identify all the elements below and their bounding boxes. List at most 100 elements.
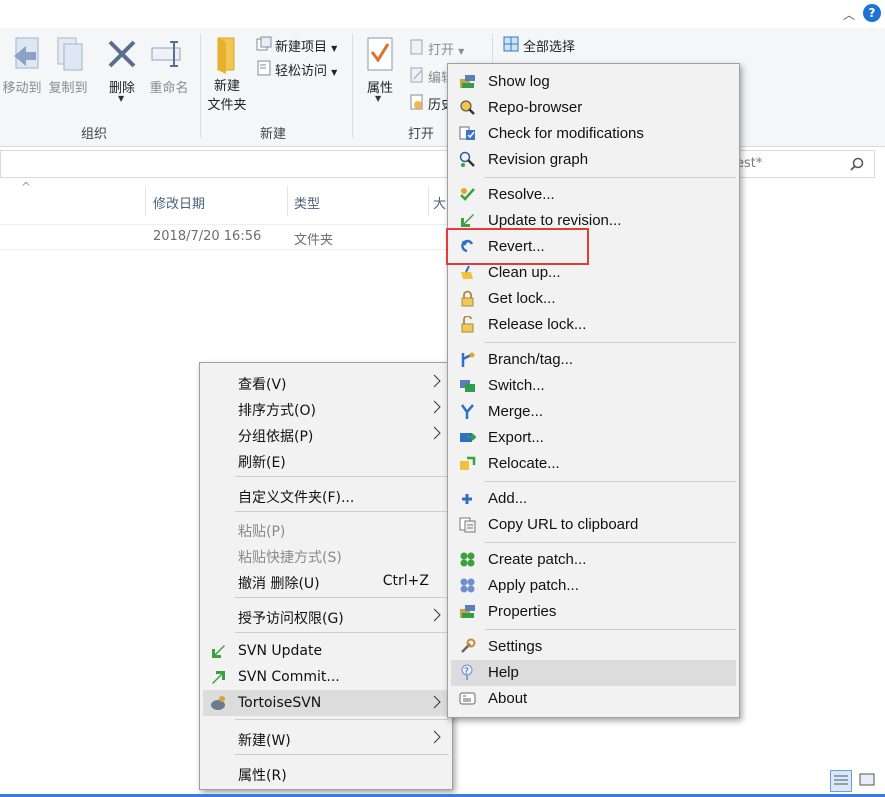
- open-icon: [410, 39, 423, 55]
- submenu-arrow-icon: [433, 730, 441, 744]
- column-header-size[interactable]: 大: [433, 193, 446, 219]
- copy-to-button[interactable]: 复制到: [46, 77, 90, 96]
- menu-item-label: Resolve...: [488, 186, 555, 203]
- details-view-button[interactable]: [830, 770, 852, 792]
- help-icon[interactable]: ?: [863, 4, 881, 22]
- menu-item-undo-delete[interactable]: 撤消 删除(U) Ctrl+Z: [203, 568, 449, 594]
- check-modifications-icon: [459, 126, 475, 140]
- move-to-button[interactable]: 移动到: [0, 77, 44, 96]
- menu-item-label: About: [488, 690, 528, 707]
- svn-menu-add[interactable]: Add...: [451, 486, 736, 512]
- submenu-arrow-icon: [433, 400, 441, 414]
- properties-dropdown-caret-icon[interactable]: ▼: [375, 94, 381, 103]
- menu-item-group-by[interactable]: 分组依据(P): [203, 421, 449, 447]
- svn-menu-apply-patch[interactable]: Apply patch...: [451, 573, 736, 599]
- settings-icon: [461, 638, 476, 653]
- properties-icon: [367, 37, 393, 71]
- search-icon[interactable]: [850, 157, 864, 171]
- highlight-box: [446, 228, 589, 265]
- svn-menu-create-patch[interactable]: Create patch...: [451, 547, 736, 573]
- menu-item-label: 自定义文件夹(F)...: [238, 490, 355, 506]
- open-label: 打开: [428, 43, 455, 58]
- history-icon: [410, 94, 423, 110]
- menu-item-label: Check for modifications: [488, 125, 644, 142]
- edit-icon: [410, 67, 423, 83]
- menu-item-label: Switch...: [488, 377, 545, 394]
- svn-menu-revision-graph[interactable]: Revision graph: [451, 147, 736, 173]
- delete-dropdown-caret-icon[interactable]: ▼: [118, 94, 124, 103]
- menu-item-label: Apply patch...: [488, 577, 579, 594]
- menu-item-label: Release lock...: [488, 316, 587, 333]
- create-patch-icon: [460, 552, 475, 567]
- easy-access-label: 轻松访问: [275, 64, 328, 79]
- menu-item-label: Properties: [488, 603, 557, 620]
- svn-menu-get-lock[interactable]: Get lock...: [451, 286, 736, 312]
- menu-item-label: Clean up...: [488, 264, 561, 281]
- menu-item-tortoisesvn[interactable]: TortoiseSVN: [203, 690, 449, 716]
- merge-icon: [460, 404, 474, 419]
- column-divider: [287, 186, 288, 216]
- menu-item-label: Update to revision...: [488, 212, 622, 229]
- collapse-ribbon-chevron-icon[interactable]: ︿: [843, 6, 857, 22]
- menu-separator: [235, 476, 449, 477]
- row-type-cell: 文件夹: [294, 233, 334, 248]
- menu-item-give-access[interactable]: 授予访问权限(G): [203, 603, 449, 629]
- tortoisesvn-submenu: Show log Repo-browser Check for modifica…: [447, 63, 740, 718]
- cleanup-icon: [461, 265, 473, 279]
- column-header-modified[interactable]: 修改日期: [153, 193, 205, 219]
- column-header-type[interactable]: 类型: [294, 193, 320, 219]
- thumbnails-view-button[interactable]: [857, 770, 879, 792]
- menu-item-paste: 粘贴(P): [203, 516, 449, 542]
- svn-menu-release-lock[interactable]: Release lock...: [451, 312, 736, 338]
- svn-menu-properties[interactable]: Properties: [451, 599, 736, 625]
- menu-item-label: Copy URL to clipboard: [488, 516, 639, 533]
- menu-item-customize-folder[interactable]: 自定义文件夹(F)...: [203, 482, 449, 508]
- submenu-arrow-icon: [433, 426, 441, 440]
- add-icon: [462, 494, 472, 504]
- svn-menu-help[interactable]: ? Help: [451, 660, 736, 686]
- menu-item-label: SVN Update: [238, 643, 323, 659]
- menu-item-properties[interactable]: 属性(R): [203, 760, 449, 786]
- svn-menu-relocate[interactable]: Relocate...: [451, 451, 736, 477]
- easy-access-icon: [257, 60, 271, 76]
- svn-menu-settings[interactable]: Settings: [451, 634, 736, 660]
- menu-separator: [235, 511, 449, 512]
- svn-update-icon: [212, 645, 225, 658]
- new-folder-button[interactable]: 新建 文件夹: [204, 77, 250, 115]
- new-item-button[interactable]: 新建项目 ▼: [275, 36, 337, 55]
- menu-item-label: Repo-browser: [488, 99, 583, 116]
- menu-item-svn-commit[interactable]: SVN Commit...: [203, 664, 449, 690]
- svn-menu-resolve[interactable]: Resolve...: [451, 182, 736, 208]
- menu-item-svn-update[interactable]: SVN Update: [203, 638, 449, 664]
- svn-menu-check-modifications[interactable]: Check for modifications: [451, 121, 736, 147]
- menu-separator: [235, 597, 449, 598]
- menu-item-sort-by[interactable]: 排序方式(O): [203, 395, 449, 421]
- svn-menu-export[interactable]: Export...: [451, 425, 736, 451]
- svn-menu-merge[interactable]: Merge...: [451, 399, 736, 425]
- select-all-button[interactable]: 全部选择: [523, 36, 575, 55]
- menu-item-shortcut: Ctrl+Z: [382, 573, 429, 589]
- menu-separator: [485, 542, 736, 543]
- svn-menu-repo-browser[interactable]: Repo-browser: [451, 95, 736, 121]
- move-to-icon: [14, 37, 39, 69]
- new-folder-icon: [217, 37, 235, 74]
- menu-item-view[interactable]: 查看(V): [203, 369, 449, 395]
- group-label-organize: 组织: [81, 127, 108, 142]
- svn-menu-copy-url[interactable]: Copy URL to clipboard: [451, 512, 736, 538]
- svn-menu-switch[interactable]: Switch...: [451, 373, 736, 399]
- easy-access-button[interactable]: 轻松访问 ▼: [275, 60, 337, 79]
- menu-separator: [235, 719, 449, 720]
- open-button[interactable]: 打开 ▼: [428, 39, 464, 58]
- ribbon: ︿ ? 移动到 复制到 删除 ▼ 重命名 组织 新建 文件夹 新建项目 ▼ 轻松…: [0, 0, 885, 147]
- menu-item-label: 新建(W): [238, 733, 291, 749]
- apply-patch-icon: [460, 578, 475, 593]
- svn-menu-show-log[interactable]: Show log: [451, 69, 736, 95]
- menu-item-refresh[interactable]: 刷新(E): [203, 447, 449, 473]
- svn-menu-branch-tag[interactable]: Branch/tag...: [451, 347, 736, 373]
- svn-menu-about[interactable]: About: [451, 686, 736, 712]
- lock-icon: [461, 290, 474, 307]
- column-divider: [428, 186, 429, 216]
- thumbnails-view-icon: [859, 773, 875, 786]
- menu-item-new[interactable]: 新建(W): [203, 725, 449, 751]
- rename-button[interactable]: 重命名: [146, 77, 192, 96]
